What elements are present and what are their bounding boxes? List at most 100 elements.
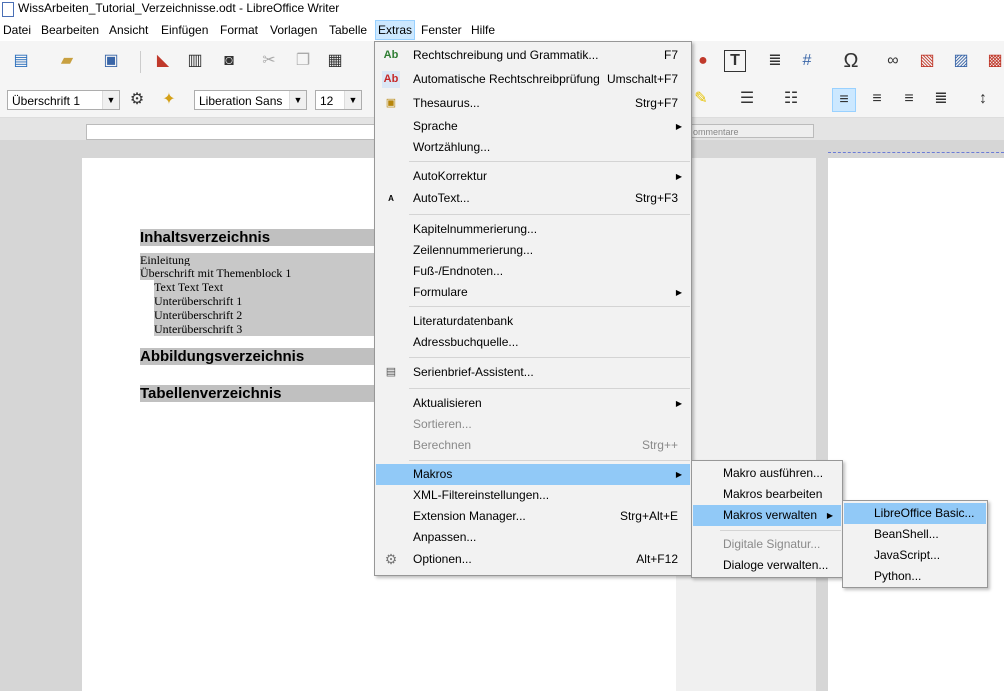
numbered-list-icon[interactable]: ☷: [780, 88, 802, 110]
menu-item-makro-ausfuehren[interactable]: Makro ausführen...: [693, 463, 841, 484]
menu-vorlagen[interactable]: Vorlagen: [268, 22, 319, 38]
export-pdf-icon[interactable]: ◣: [152, 50, 174, 72]
menu-item-kapitelnummerierung[interactable]: Kapitelnummerierung...: [376, 219, 690, 240]
menu-item-fussnoten[interactable]: Fuß-/Endnoten...: [376, 261, 690, 282]
spellcheck-icon: Ab: [383, 49, 399, 61]
page-break-icon[interactable]: ≣: [764, 50, 786, 72]
menu-item-zeilennummerierung[interactable]: Zeilennummerierung...: [376, 240, 690, 261]
toc-entry: Unterüberschrift 1: [154, 294, 376, 308]
menu-item-literaturdatenbank[interactable]: Literaturdatenbank: [376, 311, 690, 332]
copy-icon[interactable]: ❐: [292, 50, 314, 72]
menu-item-serienbrief[interactable]: ▤ Serienbrief-Assistent...: [376, 362, 690, 383]
menu-separator: [409, 460, 690, 461]
menu-item-berechnen: Berechnen Strg++: [413, 438, 678, 452]
toc-entry: Unterüberschrift 2: [154, 308, 376, 322]
menu-item-rechtschreibung[interactable]: Ab Rechtschreibung und Grammatik... F7: [376, 45, 690, 66]
bullet-list-icon[interactable]: ☰: [736, 88, 758, 110]
special-character-icon[interactable]: Ω: [840, 50, 862, 72]
menu-fenster[interactable]: Fenster: [419, 22, 464, 38]
chevron-down-icon[interactable]: ▼: [344, 91, 361, 109]
paragraph-style-value: Überschrift 1: [12, 94, 81, 108]
chevron-down-icon[interactable]: ▼: [102, 91, 119, 109]
align-left-icon[interactable]: ≡: [832, 88, 856, 112]
menu-item-xml-filter[interactable]: XML-Filtereinstellungen...: [376, 485, 690, 506]
text-box-icon[interactable]: T: [724, 50, 746, 72]
menu-item-anpassen[interactable]: Anpassen...: [376, 527, 690, 548]
comment-icon[interactable]: ▨: [950, 50, 972, 72]
align-center-icon[interactable]: ≡: [866, 88, 888, 110]
field-icon[interactable]: #: [796, 50, 818, 72]
horizontal-ruler[interactable]: [86, 124, 378, 140]
menu-separator: [720, 530, 841, 531]
menu-item-javascript[interactable]: JavaScript...: [844, 545, 986, 566]
new-style-icon[interactable]: ✦: [158, 89, 180, 111]
update-style-icon[interactable]: ⚙: [126, 89, 148, 111]
chart-icon[interactable]: ●: [692, 50, 714, 72]
footnote-icon[interactable]: ▧: [916, 50, 938, 72]
separator: [140, 51, 141, 73]
menu-einfuegen[interactable]: Einfügen: [159, 22, 210, 38]
menu-separator: [409, 161, 690, 162]
makros-submenu: Makro ausführen... Makros bearbeiten Mak…: [691, 460, 843, 578]
cut-icon[interactable]: ✂: [258, 50, 280, 72]
menu-item-adressbuchquelle[interactable]: Adressbuchquelle...: [376, 332, 690, 353]
highlight-color-icon[interactable]: ✎: [690, 88, 712, 110]
menu-item-wortzaehlung[interactable]: Wortzählung...: [376, 137, 690, 158]
justify-icon[interactable]: ≣: [930, 88, 952, 110]
new-document-icon[interactable]: ▤: [10, 50, 32, 72]
menu-separator: [409, 357, 690, 358]
mail-merge-icon: ▤: [385, 366, 397, 378]
menu-item-auto-rechtschreibung[interactable]: Ab Automatische Rechtschreibprüfung Umsc…: [376, 69, 690, 90]
menu-item-dialoge-verwalten[interactable]: Dialoge verwalten...: [693, 555, 841, 576]
line-spacing-icon[interactable]: ↕: [972, 88, 994, 110]
menu-item-optionen[interactable]: ⚙ Optionen... Alt+F12: [376, 549, 690, 570]
menu-item-sortieren: Sortieren...: [413, 417, 472, 431]
menu-item-beanshell[interactable]: BeanShell...: [844, 524, 986, 545]
print-preview-icon[interactable]: ◙: [218, 50, 240, 72]
chevron-down-icon[interactable]: ▼: [289, 91, 306, 109]
menu-item-formulare[interactable]: Formulare ▶: [376, 282, 690, 303]
menu-item-libreoffice-basic[interactable]: LibreOffice Basic...: [844, 503, 986, 524]
font-name-combo[interactable]: Liberation Sans ▼: [194, 90, 307, 110]
font-name-value: Liberation Sans: [199, 94, 283, 108]
align-right-icon[interactable]: ≡: [898, 88, 920, 110]
menu-bearbeiten[interactable]: Bearbeiten: [39, 22, 101, 38]
menu-hilfe[interactable]: Hilfe: [469, 22, 497, 38]
page-boundary: [828, 152, 1004, 153]
paste-icon[interactable]: ▦: [324, 50, 346, 72]
save-icon[interactable]: ▣: [100, 50, 122, 72]
menu-item-extension-manager[interactable]: Extension Manager... Strg+Alt+E: [376, 506, 690, 527]
menu-datei[interactable]: Datei: [1, 22, 33, 38]
autotext-icon: A: [388, 194, 394, 203]
menu-item-sprache[interactable]: Sprache ▶: [376, 116, 690, 137]
submenu-arrow-icon: ▶: [826, 511, 833, 520]
font-size-combo[interactable]: 12 ▼: [315, 90, 362, 110]
heading-abbildungsverzeichnis: Abbildungsverzeichnis: [140, 348, 376, 365]
menu-item-thesaurus[interactable]: ▣ Thesaurus... Strg+F7: [376, 93, 690, 114]
submenu-arrow-icon: ▶: [675, 399, 682, 408]
menu-item-autotext[interactable]: A AutoText... Strg+F3: [376, 188, 690, 209]
menu-item-makros-bearbeiten[interactable]: Makros bearbeiten: [693, 484, 841, 505]
menu-item-digitale-signatur: Digitale Signatur...: [723, 537, 821, 551]
paragraph-style-combo[interactable]: Überschrift 1 ▼: [7, 90, 120, 110]
submenu-arrow-icon: ▶: [675, 288, 682, 297]
menu-item-aktualisieren[interactable]: Aktualisieren ▶: [376, 393, 690, 414]
menu-format[interactable]: Format: [218, 22, 260, 38]
comments-ruler-label: ommentare: [693, 127, 739, 137]
document-page-2[interactable]: [828, 158, 1004, 691]
hyperlink-icon[interactable]: ∞: [882, 50, 904, 72]
track-changes-icon[interactable]: ▩: [984, 50, 1004, 72]
open-folder-icon[interactable]: ▰: [56, 50, 78, 72]
gear-icon: ⚙: [384, 551, 398, 567]
title-bar: WissArbeiten_Tutorial_Verzeichnisse.odt …: [0, 0, 1004, 19]
menu-item-makros-verwalten[interactable]: Makros verwalten ▶: [693, 505, 841, 526]
print-icon[interactable]: ▥: [184, 50, 206, 72]
menu-ansicht[interactable]: Ansicht: [107, 22, 150, 38]
menu-extras[interactable]: Extras: [375, 20, 416, 40]
menu-item-python[interactable]: Python...: [844, 566, 986, 587]
toc-entry: Text Text Text: [154, 280, 376, 294]
menu-item-makros[interactable]: Makros ▶: [376, 464, 690, 485]
menu-tabelle[interactable]: Tabelle: [327, 22, 369, 38]
menu-item-autokorrektur[interactable]: AutoKorrektur ▶: [376, 166, 690, 187]
submenu-arrow-icon: ▶: [675, 470, 682, 479]
